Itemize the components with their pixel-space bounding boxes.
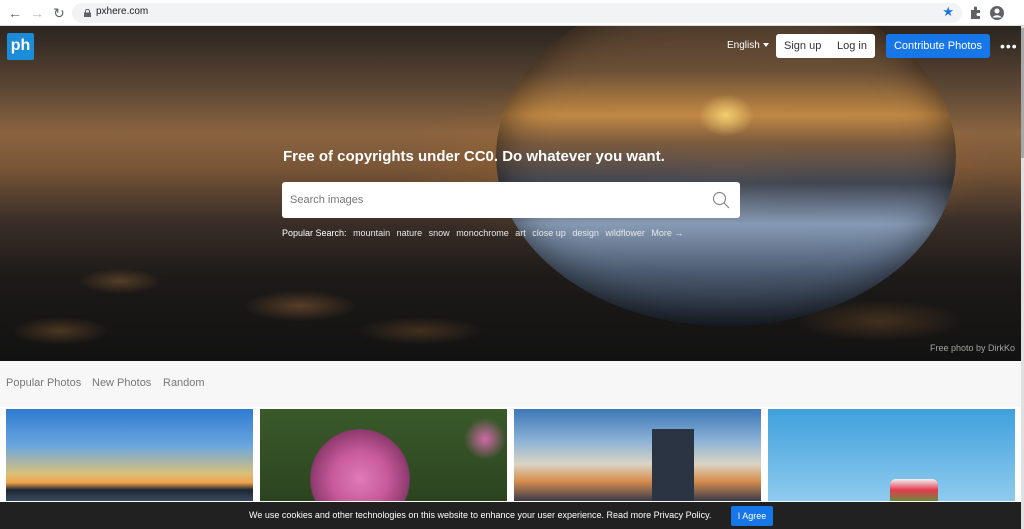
- chevron-down-icon: [762, 43, 769, 48]
- popular-tag[interactable]: art: [515, 228, 526, 238]
- cake-shape: [890, 479, 938, 501]
- back-icon[interactable]: ←: [6, 4, 24, 22]
- site-logo[interactable]: ph: [7, 33, 34, 60]
- address-bar[interactable]: pxhere.com ★: [72, 3, 962, 23]
- popular-search-label: Popular Search:: [282, 228, 347, 238]
- photo-thumbnail-cake[interactable]: [768, 409, 1015, 501]
- cookie-text: We use cookies and other technologies on…: [249, 510, 712, 520]
- language-label: English: [727, 40, 760, 51]
- popular-tag[interactable]: close up: [532, 228, 566, 238]
- contribute-photos-button[interactable]: Contribute Photos: [886, 34, 990, 58]
- popular-tag[interactable]: snow: [429, 228, 450, 238]
- popular-tag[interactable]: monochrome: [456, 228, 509, 238]
- tab-popular-photos[interactable]: Popular Photos: [6, 377, 81, 389]
- tower-shape: [652, 429, 694, 501]
- signup-button[interactable]: Sign up: [784, 40, 821, 52]
- extensions-icon[interactable]: [966, 4, 984, 22]
- auth-buttons: Sign up Log in: [776, 34, 875, 58]
- login-button[interactable]: Log in: [837, 40, 867, 52]
- photo-thumbnail-city[interactable]: [514, 409, 761, 501]
- more-tags-link[interactable]: More →: [651, 228, 683, 238]
- search-icon[interactable]: [712, 191, 730, 209]
- lock-icon: [84, 9, 91, 17]
- cookie-banner: We use cookies and other technologies on…: [0, 502, 1021, 529]
- popular-tag[interactable]: design: [572, 228, 599, 238]
- photo-thumbnail-dahlia[interactable]: [260, 409, 507, 501]
- more-menu-icon[interactable]: •••: [1000, 38, 1018, 54]
- photo-thumbnail-sunset[interactable]: [6, 409, 253, 501]
- hero-tagline: Free of copyrights under CC0. Do whateve…: [283, 148, 665, 165]
- forward-icon[interactable]: →: [28, 4, 46, 22]
- profile-icon[interactable]: [988, 4, 1006, 22]
- popular-searches: Popular Search: mountain nature snow mon…: [282, 228, 687, 238]
- popular-tag[interactable]: nature: [397, 228, 423, 238]
- search-input[interactable]: [290, 191, 690, 209]
- url-text: pxhere.com: [96, 6, 149, 17]
- photo-credit[interactable]: Free photo by DirkKo: [930, 343, 1015, 353]
- popular-tag[interactable]: wildflower: [605, 228, 645, 238]
- popular-tag[interactable]: mountain: [353, 228, 390, 238]
- agree-button[interactable]: I Agree: [731, 506, 773, 526]
- star-icon[interactable]: ★: [942, 4, 954, 20]
- language-selector[interactable]: English: [727, 40, 769, 51]
- reload-icon[interactable]: ↻: [50, 4, 68, 22]
- search-box: [282, 182, 740, 218]
- tab-new-photos[interactable]: New Photos: [92, 377, 151, 389]
- tab-random[interactable]: Random: [163, 377, 205, 389]
- photo-tabs: Popular Photos New Photos Random: [0, 361, 1021, 407]
- browser-toolbar: ← → ↻ pxhere.com ★: [0, 0, 1024, 26]
